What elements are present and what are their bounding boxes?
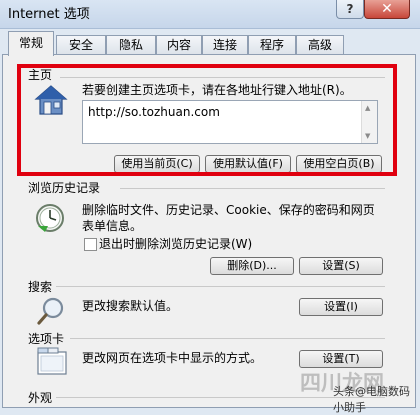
- tabs-description: 更改网页在选项卡中显示的方式。: [82, 351, 263, 365]
- search-section-label: 搜索: [28, 278, 56, 295]
- delete-on-exit-label: 退出时删除浏览历史记录(W): [99, 237, 253, 251]
- history-section-label: 浏览历史记录: [28, 179, 104, 196]
- tabs-settings-button[interactable]: 设置(T): [299, 350, 383, 368]
- tab-privacy[interactable]: 隐私: [106, 35, 156, 54]
- window-title: Internet 选项: [8, 7, 90, 22]
- highlight-box: [17, 64, 397, 176]
- title-bar: Internet 选项 ? ✕: [0, 0, 420, 29]
- tab-security[interactable]: 安全: [56, 35, 106, 54]
- tab-advanced[interactable]: 高级: [296, 35, 344, 54]
- delete-history-button[interactable]: 删除(D)...: [210, 257, 294, 275]
- tab-general[interactable]: 常规: [8, 31, 54, 56]
- close-button[interactable]: ✕: [364, 0, 410, 19]
- history-settings-button[interactable]: 设置(S): [299, 257, 383, 275]
- delete-on-exit-checkbox[interactable]: [84, 238, 97, 251]
- tabs-divider: [70, 338, 385, 339]
- watermark-sub: 头条@电脑数码小助手: [333, 385, 410, 414]
- tabs-section-label: 选项卡: [28, 330, 68, 347]
- history-description-line2: 表单信息。: [82, 219, 143, 233]
- tab-programs[interactable]: 程序: [248, 35, 296, 54]
- search-settings-button[interactable]: 设置(I): [299, 298, 383, 316]
- appearance-section-label: 外观: [28, 389, 56, 406]
- clock-icon: [34, 202, 68, 234]
- help-button[interactable]: ?: [336, 0, 364, 19]
- magnifier-icon: [36, 296, 66, 326]
- search-description: 更改搜索默认值。: [82, 299, 179, 313]
- tab-content[interactable]: 内容: [156, 35, 202, 54]
- history-divider: [120, 188, 385, 189]
- tabs-icon: [36, 346, 68, 376]
- tab-connections[interactable]: 连接: [202, 35, 248, 54]
- search-divider: [56, 286, 385, 287]
- history-description-line1: 删除临时文件、历史记录、Cookie、保存的密码和网页: [82, 203, 375, 217]
